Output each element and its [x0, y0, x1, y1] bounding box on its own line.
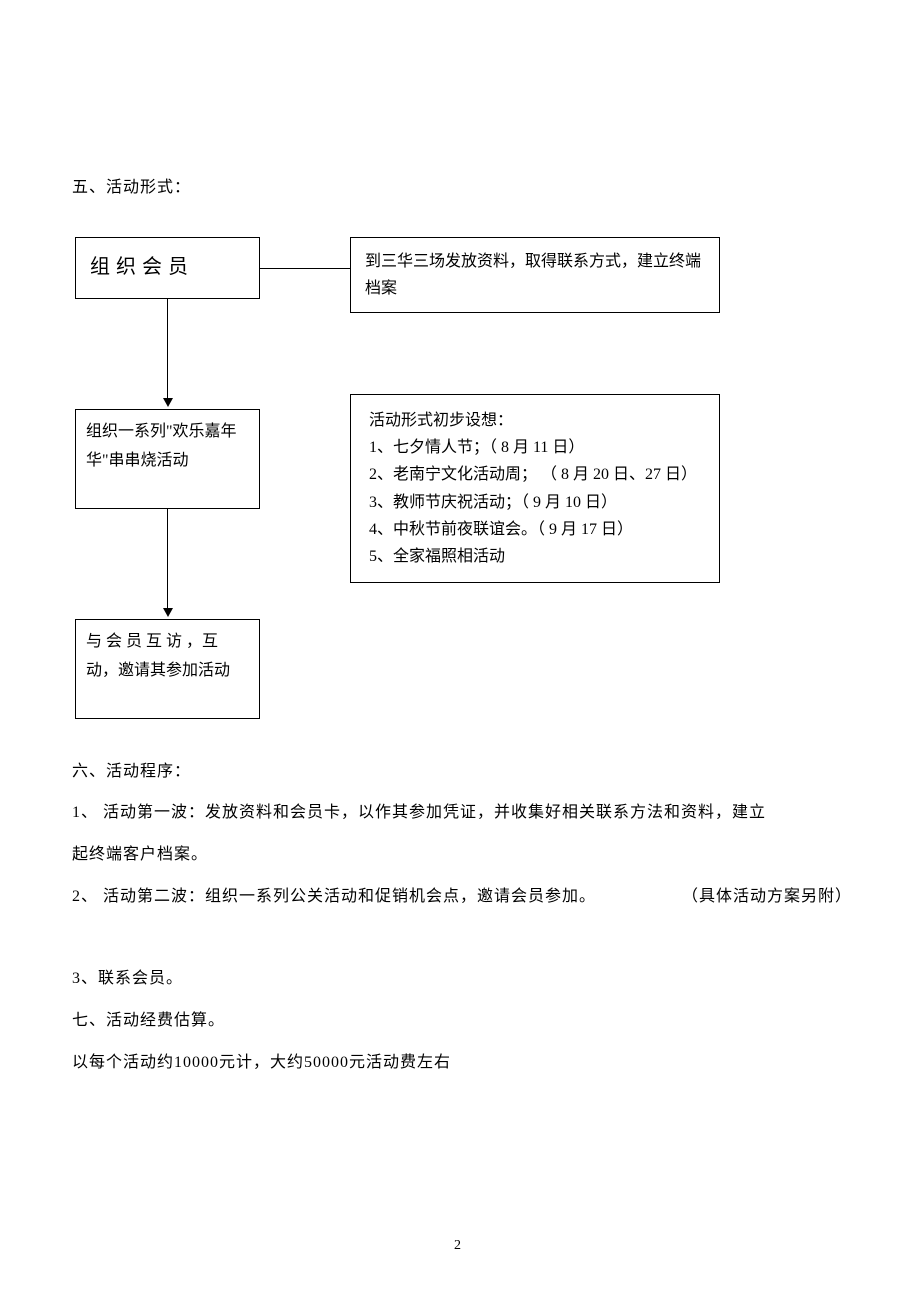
activity-ideas-title: 活动形式初步设想： — [369, 407, 701, 434]
document-page: 五、活动形式： 组织会员 到三华三场发放资料，取得联系方式，建立终端档案 组织一… — [0, 0, 920, 1303]
flow-box-distribute-materials: 到三华三场发放资料，取得联系方式，建立终端档案 — [350, 237, 720, 313]
page-number: 2 — [454, 1238, 461, 1254]
flow-box-activity-ideas: 活动形式初步设想： 1、七夕情人节；（ 8 月 11 日） 2、老南宁文化活动周… — [350, 394, 720, 583]
connector-line — [260, 268, 350, 269]
activity-idea-1: 1、七夕情人节；（ 8 月 11 日） — [369, 434, 701, 461]
section-7-body: 以每个活动约10000元计，大约50000元活动费左右 — [72, 1050, 451, 1076]
section-6-item-2-note: （具体活动方案另附） — [682, 884, 852, 910]
activity-idea-2: 2、老南宁文化活动周； （ 8 月 20 日、27 日） — [369, 461, 701, 488]
activity-idea-5: 5、全家福照相活动 — [369, 543, 701, 570]
flow-box-organize-members: 组织会员 — [75, 237, 260, 299]
section-6-item-3: 3、联系会员。 — [72, 966, 183, 992]
section-6-item-2: 2、 活动第二波：组织一系列公关活动和促销机会点，邀请会员参加。 — [72, 888, 596, 905]
flow-box-member-visit: 与 会 员 互 访 ，互动，邀请其参加活动 — [75, 619, 260, 719]
section-5-title: 五、活动形式： — [72, 173, 191, 197]
activity-idea-4: 4、中秋节前夜联谊会。（ 9 月 17 日） — [369, 516, 701, 543]
flow-box-carnival-series: 组织一系列"欢乐嘉年华"串串烧活动 — [75, 409, 260, 509]
section-6-item-1b: 起终端客户档案。 — [72, 842, 208, 868]
section-6-title: 六、活动程序： — [72, 759, 191, 785]
arrow-down-icon — [167, 509, 168, 615]
activity-idea-3: 3、教师节庆祝活动；（ 9 月 10 日） — [369, 489, 701, 516]
section-6-item-1a: 1、 活动第一波：发放资料和会员卡，以作其参加凭证，并收集好相关联系方法和资料，… — [72, 800, 852, 826]
section-6-item-2-row: 2、 活动第二波：组织一系列公关活动和促销机会点，邀请会员参加。 （具体活动方案… — [72, 884, 852, 910]
arrow-down-icon — [167, 299, 168, 405]
section-7-title: 七、活动经费估算。 — [72, 1008, 225, 1034]
